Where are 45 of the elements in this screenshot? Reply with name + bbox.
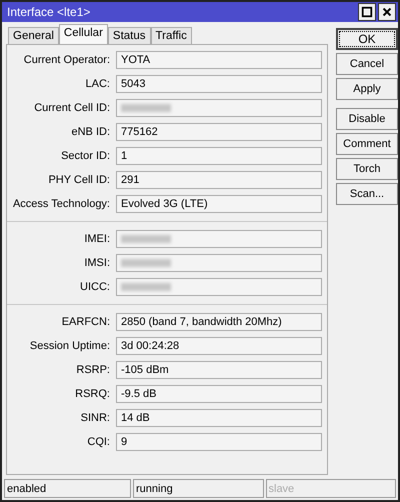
dialog-button[interactable]: OK <box>336 28 398 50</box>
value-field: YOTA <box>116 51 322 69</box>
field-label: eNB ID: <box>70 126 111 138</box>
status-cell: running <box>133 479 264 498</box>
field-label: IMSI: <box>83 257 111 269</box>
field-label: Current Operator: <box>22 54 111 66</box>
dialog-button[interactable]: Apply <box>336 78 398 100</box>
value-field: 9 <box>116 433 322 451</box>
field-label: IMEI: <box>83 233 111 245</box>
dialog-button[interactable]: Torch <box>336 158 398 180</box>
value-field: 1 <box>116 147 322 165</box>
value-field: 291 <box>116 171 322 189</box>
tab[interactable]: Traffic <box>150 27 192 44</box>
field-label: SINR: <box>80 412 111 424</box>
tab[interactable]: Status <box>108 27 151 44</box>
value-field: 5043 <box>116 75 322 93</box>
field-label: Session Uptime: <box>28 340 111 352</box>
value-field: Evolved 3G (LTE) <box>116 195 322 213</box>
field-label: PHY Cell ID: <box>47 174 111 186</box>
value-field: 3d 00:24:28 <box>116 337 322 355</box>
field-label: CQI: <box>86 436 111 448</box>
dialog-button[interactable]: Scan... <box>336 183 398 205</box>
field-label: RSRP: <box>75 364 111 376</box>
field-label: RSRQ: <box>74 388 111 400</box>
dialog-button[interactable]: Comment <box>336 133 398 155</box>
value-field: 2850 (band 7, bandwidth 20Mhz) <box>116 313 322 331</box>
dialog-button[interactable]: Disable <box>336 108 398 130</box>
value-field: -9.5 dB <box>116 385 322 403</box>
field-label: UICC: <box>79 281 111 293</box>
close-icon[interactable] <box>381 6 393 18</box>
tab[interactable]: Cellular <box>58 24 108 44</box>
maximize-icon[interactable] <box>361 6 373 18</box>
field-label: LAC: <box>84 78 111 90</box>
value-field: -105 dBm <box>116 361 322 379</box>
tab[interactable]: General <box>8 27 59 44</box>
status-cell: slave <box>266 479 396 498</box>
status-cell: enabled <box>4 479 131 498</box>
window-title: Interface <lte1> <box>7 5 90 19</box>
field-label: Sector ID: <box>60 150 111 162</box>
field-label: Current Cell ID: <box>33 102 111 114</box>
dialog-button[interactable]: Cancel <box>336 53 398 75</box>
value-field: 775162 <box>116 123 322 141</box>
field-label: EARFCN: <box>60 316 111 328</box>
field-label: Access Technology: <box>12 198 111 210</box>
value-field: 14 dB <box>116 409 322 427</box>
